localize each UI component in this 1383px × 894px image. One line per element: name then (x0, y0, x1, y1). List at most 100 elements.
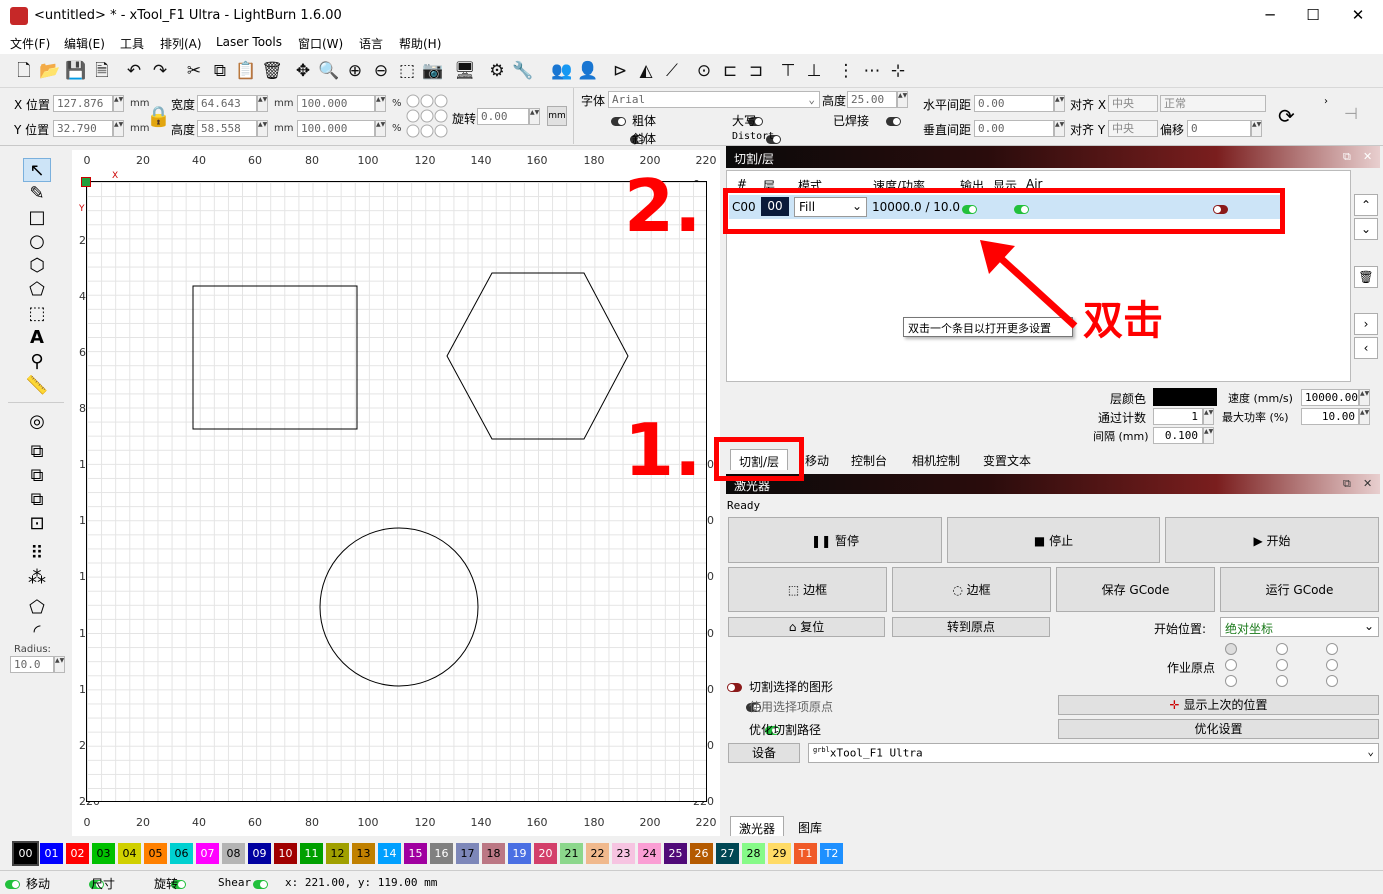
origin-radio-br[interactable] (1326, 675, 1338, 687)
origin-radio-tl[interactable] (1225, 643, 1237, 655)
grid-array-icon[interactable]: ⠿ (23, 542, 51, 566)
tab-laser[interactable]: 激光器 (730, 816, 785, 837)
cut-selected-toggle[interactable] (727, 683, 742, 692)
pentagon-icon[interactable]: ⬠ (23, 278, 51, 302)
palette-swatch-06[interactable]: 06 (170, 843, 193, 864)
wrench-icon[interactable]: 🔧 (511, 58, 535, 84)
align-center-icon[interactable]: ⊙ (692, 58, 716, 84)
float-panel-icon[interactable]: ⧉ (1343, 150, 1351, 164)
mm-toggle-button[interactable]: mm (547, 106, 567, 126)
ungroup-icon[interactable]: 👤 (576, 58, 600, 84)
offset-spinner[interactable]: ▲▼ (1251, 120, 1262, 137)
zoom-fit-icon[interactable]: 🔍 (317, 58, 341, 84)
paste-icon[interactable]: 📋 (234, 58, 258, 84)
start-from-select[interactable]: 绝对坐标 ⌄ (1220, 617, 1379, 637)
delete-layer-icon[interactable]: 🗑 (1354, 266, 1378, 288)
close-panel-icon[interactable]: ✕ (1363, 477, 1372, 490)
align-left-icon[interactable]: ⊏ (718, 58, 742, 84)
distribute-v-icon[interactable]: ⊹ (886, 58, 910, 84)
maximize-button[interactable]: ☐ (1298, 6, 1328, 24)
cut-icon[interactable]: ✂ (182, 58, 206, 84)
width-spinner[interactable]: ▲▼ (257, 95, 268, 112)
intersect-icon[interactable]: ⊡ (23, 512, 51, 536)
palette-swatch-00[interactable]: 00 (12, 841, 39, 866)
distribute-icon[interactable]: ⋮ (834, 58, 858, 84)
scale-y-input[interactable]: 100.000 (297, 120, 375, 137)
palette-swatch-07[interactable]: 07 (196, 843, 219, 864)
sync-icon[interactable]: ⟳ (1278, 104, 1295, 128)
save-as-icon[interactable]: 🗎 (90, 58, 114, 84)
font-select[interactable]: Arial ⌄ (608, 91, 820, 108)
rotate-spinner[interactable]: ▲▼ (529, 108, 540, 125)
copy-icon[interactable]: ⧉ (208, 58, 232, 84)
palette-swatch-12[interactable]: 12 (326, 843, 349, 864)
palette-swatch-08[interactable]: 08 (222, 843, 245, 864)
stop-button[interactable]: ■ 停止 (947, 517, 1160, 563)
palette-swatch-22[interactable]: 22 (586, 843, 609, 864)
palette-swatch-27[interactable]: 27 (716, 843, 739, 864)
zoom-in-icon[interactable]: ⊕ (343, 58, 367, 84)
x-position-spinner[interactable]: ▲▼ (113, 95, 124, 112)
speed-input[interactable]: 10000.00 (1301, 389, 1359, 406)
palette-swatch-05[interactable]: 05 (144, 843, 167, 864)
anchor-selector[interactable] (406, 92, 448, 140)
text-icon[interactable]: A (23, 326, 51, 350)
camera-icon[interactable]: 📷 (421, 58, 445, 84)
palette-swatch-26[interactable]: 26 (690, 843, 713, 864)
corner-round-icon[interactable]: ⬠ (23, 596, 51, 620)
max-power-input[interactable]: 10.00 (1301, 408, 1359, 425)
palette-swatch-15[interactable]: 15 (404, 843, 427, 864)
h-spacing-spinner[interactable]: ▲▼ (1054, 95, 1065, 112)
rectangle-icon[interactable]: □ (23, 206, 51, 230)
save-file-icon[interactable]: 💾 (64, 58, 88, 84)
h-spacing-input[interactable]: 0.00 (974, 95, 1054, 112)
passes-input[interactable]: 1 (1153, 408, 1203, 425)
hexagon-shape[interactable] (446, 272, 629, 440)
tab-library[interactable]: 图库 (790, 816, 830, 837)
menu-help[interactable]: 帮助(H) (399, 35, 441, 52)
offset-input[interactable]: 0 (1187, 120, 1251, 137)
origin-radio-bc[interactable] (1276, 675, 1288, 687)
menu-language[interactable]: 语言 (359, 35, 383, 52)
circle-shape[interactable] (319, 527, 479, 687)
layer-color-box[interactable] (1153, 388, 1217, 406)
settings-gear-icon[interactable]: ⚙ (485, 58, 509, 84)
rotate-input[interactable]: 0.00 (477, 108, 529, 125)
group-icon[interactable]: 👥 (550, 58, 574, 84)
move-toggle[interactable] (5, 880, 20, 889)
palette-swatch-18[interactable]: 18 (482, 843, 505, 864)
palette-swatch-T1[interactable]: T1 (794, 843, 817, 864)
palette-swatch-T2[interactable]: T2 (820, 843, 843, 864)
width-input[interactable]: 64.643 (197, 95, 257, 112)
tab-variable-text[interactable]: 变置文本 (975, 449, 1039, 470)
max-power-spinner[interactable]: ▲▼ (1359, 408, 1370, 425)
welded-toggle[interactable] (886, 117, 902, 126)
palette-swatch-09[interactable]: 09 (248, 843, 271, 864)
expand-arrow-icon[interactable]: › (1324, 96, 1328, 107)
align-right-icon[interactable]: ⊐ (744, 58, 768, 84)
palette-swatch-13[interactable]: 13 (352, 843, 375, 864)
polygon-icon[interactable]: ⬡ (23, 254, 51, 278)
radius-spinner[interactable]: ▲▼ (54, 656, 65, 673)
tab-camera-control[interactable]: 相机控制 (904, 449, 968, 470)
scale-x-spinner[interactable]: ▲▼ (375, 95, 386, 112)
zoom-out-icon[interactable]: ⊖ (369, 58, 393, 84)
move-layer-up-button[interactable]: ⌃ (1354, 194, 1378, 216)
mirror-icon[interactable]: ◭ (634, 58, 658, 84)
home-button[interactable]: ⌂ 复位 (728, 617, 885, 637)
font-height-spinner[interactable]: ▲▼ (897, 91, 908, 108)
move-icon[interactable]: ✥ (291, 58, 315, 84)
weld-icon[interactable]: ⧉ (23, 440, 51, 464)
run-gcode-button[interactable]: 运行 GCode (1220, 567, 1379, 612)
palette-swatch-04[interactable]: 04 (118, 843, 141, 864)
y-position-input[interactable]: 32.790 (53, 120, 113, 137)
palette-swatch-16[interactable]: 16 (430, 843, 453, 864)
palette-swatch-23[interactable]: 23 (612, 843, 635, 864)
distribute-h-icon[interactable]: ⋯ (860, 58, 884, 84)
pause-button[interactable]: ❚❚ 暂停 (728, 517, 942, 563)
mirror-across-icon[interactable]: ⟋ (660, 58, 684, 84)
save-gcode-button[interactable]: 保存 GCode (1056, 567, 1215, 612)
menu-file[interactable]: 文件(F) (10, 35, 50, 52)
v-spacing-input[interactable]: 0.00 (974, 120, 1054, 137)
minimize-button[interactable]: ─ (1255, 6, 1285, 24)
